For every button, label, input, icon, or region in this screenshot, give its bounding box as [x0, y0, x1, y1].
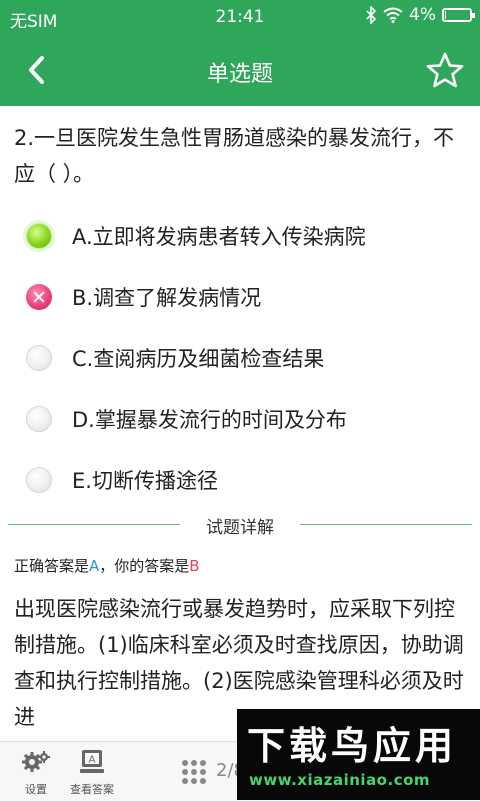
option-label: E.切断传播途径	[72, 469, 218, 493]
view-answer-button[interactable]: A 查看答案	[68, 748, 116, 797]
grid-icon	[182, 760, 206, 784]
battery-icon	[442, 8, 475, 22]
option-e[interactable]: E.切断传播途径	[26, 454, 466, 506]
watermark-title: 下载鸟应用	[247, 724, 458, 768]
divider-line-right	[300, 524, 472, 525]
star-icon	[426, 52, 464, 88]
answer-card-letter: A	[89, 755, 96, 766]
option-label: B.调查了解发病情况	[72, 286, 262, 310]
option-label: C.查阅病历及细菌检查结果	[72, 347, 325, 371]
settings-label: 设置	[25, 783, 47, 796]
battery-fill	[445, 11, 446, 19]
correct-answer-letter: A	[89, 557, 100, 575]
watermark-logo: 下载鸟应用 www.xiazainiao.com	[237, 709, 480, 800]
your-answer-letter: B	[189, 557, 200, 575]
option-label: A.立即将发病患者转入传染病院	[72, 225, 366, 249]
watermark-url: www.xiazainiao.com	[249, 771, 431, 789]
gear-icon	[22, 751, 50, 772]
radio-icon	[26, 467, 52, 493]
favorite-button[interactable]	[424, 50, 466, 92]
battery-percent: 4%	[409, 5, 436, 25]
radio-icon	[26, 345, 52, 371]
your-answer-prefix: ，你的答案是	[99, 557, 190, 575]
page-title: 单选题	[206, 62, 273, 87]
question-text: 2.一旦医院发生急性胃肠道感染的暴发流行，不应（ ）。	[14, 126, 455, 186]
option-a[interactable]: A.立即将发病患者转入传染病院	[26, 210, 466, 262]
option-c[interactable]: C.查阅病历及细菌检查结果	[26, 332, 466, 384]
radio-icon	[26, 406, 52, 432]
option-b[interactable]: B.调查了解发病情况	[26, 271, 466, 323]
detail-divider: 试题详解	[8, 513, 472, 538]
status-icons: 4%	[365, 5, 475, 25]
status-bar: 无SIM 21:41 4%	[0, 0, 480, 34]
bluetooth-icon	[366, 6, 377, 24]
settings-button[interactable]: 设置	[16, 748, 56, 797]
nav-bar: 单选题	[0, 34, 480, 106]
option-d[interactable]: D.掌握暴发流行的时间及分布	[26, 393, 466, 445]
answer-sheet-button[interactable]	[181, 759, 207, 789]
wrong-radio-icon	[26, 284, 52, 310]
detail-heading: 试题详解	[206, 518, 274, 538]
correct-radio-icon	[26, 223, 52, 249]
option-label: D.掌握暴发流行的时间及分布	[72, 408, 347, 432]
answer-summary: 正确答案是A，你的答案是B	[14, 555, 200, 576]
wifi-icon	[383, 7, 403, 23]
correct-answer-prefix: 正确答案是	[14, 557, 90, 575]
answer-card-icon: A	[80, 750, 104, 773]
view-answer-label: 查看答案	[70, 783, 114, 796]
